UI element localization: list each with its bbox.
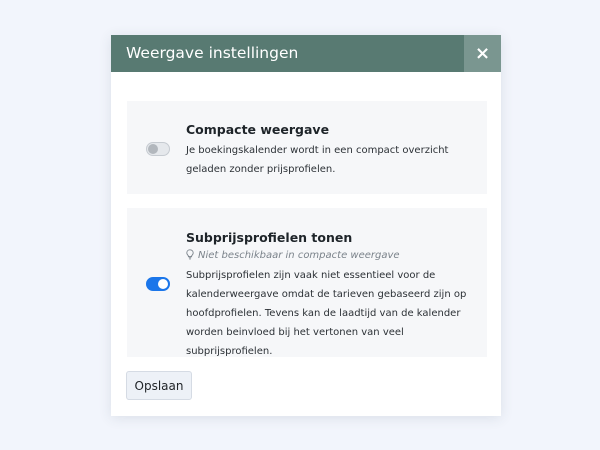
lightbulb-icon (186, 249, 194, 260)
compact-view-toggle[interactable] (146, 142, 170, 156)
settings-modal: Weergave instellingen × Compacte weergav… (111, 35, 501, 416)
option-description: Subprijsprofielen zijn vaak niet essenti… (186, 270, 467, 357)
option-hint: Niet beschikbaar in compacte weergave (186, 249, 400, 261)
modal-title: Weergave instellingen (126, 44, 299, 62)
option-title: Compacte weergave (186, 122, 330, 137)
toggle-knob (148, 144, 158, 154)
option-title: Subprijsprofielen tonen (186, 230, 353, 245)
hint-text: Niet beschikbaar in compacte weergave (198, 250, 400, 261)
save-button[interactable]: Opslaan (126, 371, 192, 400)
toggle-knob (158, 279, 168, 289)
option-compact-view: Compacte weergave Je boekingskalender wo… (127, 101, 487, 194)
subprice-profiles-toggle[interactable] (146, 277, 170, 291)
option-subprice-profiles: Subprijsprofielen tonen Niet beschikbaar… (127, 208, 487, 357)
modal-header: Weergave instellingen × (111, 35, 501, 72)
option-description: Je boekingskalender wordt in een compact… (186, 145, 449, 175)
close-button[interactable]: × (464, 35, 501, 72)
